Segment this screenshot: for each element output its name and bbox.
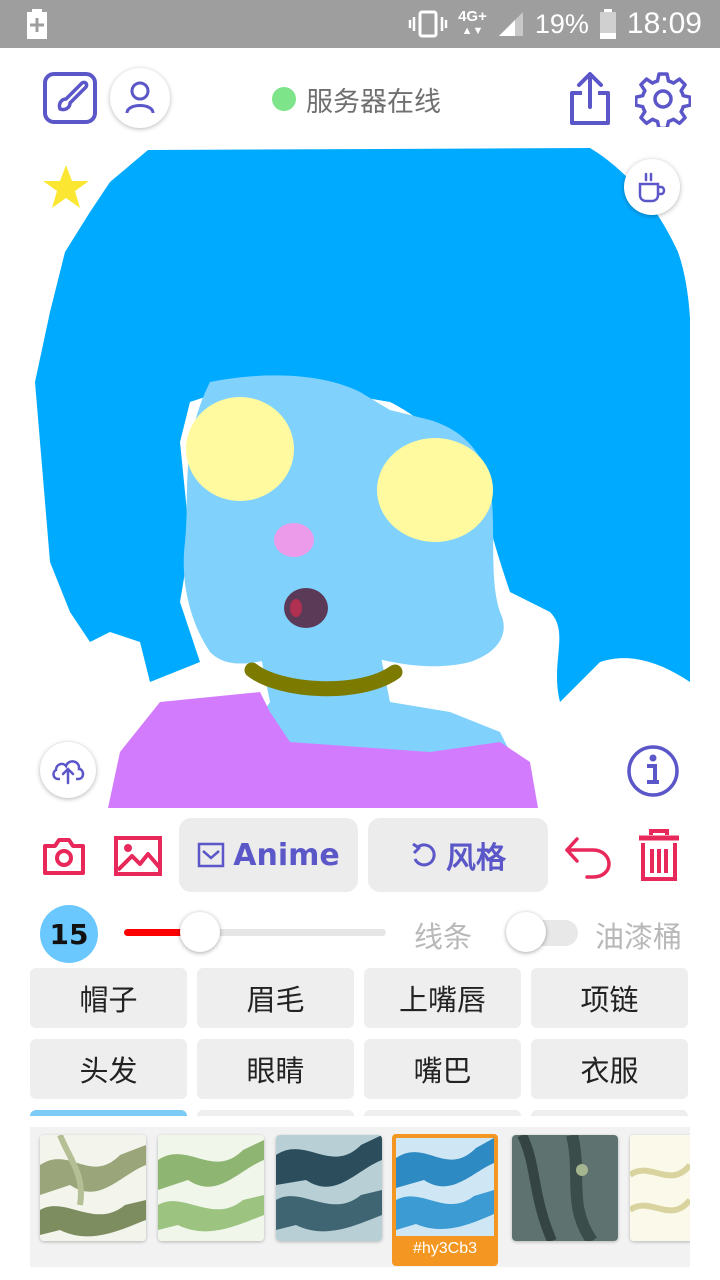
settings-button[interactable]: [634, 70, 692, 128]
category-upper-lip[interactable]: 上嘴唇: [364, 968, 521, 1028]
envelope-icon: [198, 842, 225, 868]
battery-icon: [599, 9, 616, 39]
edit-brush-button[interactable]: [42, 71, 98, 125]
left-eye: [186, 397, 294, 501]
star-icon[interactable]: [42, 164, 90, 210]
network-type: 4G+ ▲▼: [458, 8, 487, 37]
brush-square-icon: [43, 72, 97, 124]
style-preview-image: [276, 1135, 382, 1241]
gear-icon: [635, 72, 691, 127]
brush-controls: 15 线条 油漆桶: [0, 902, 720, 964]
category-necklace[interactable]: 项链: [531, 968, 688, 1028]
user-icon: [125, 81, 155, 114]
style-thumbnail[interactable]: [276, 1135, 382, 1241]
sketch-drawing: [35, 148, 690, 808]
blush-spot: [274, 523, 314, 557]
gallery-button[interactable]: [112, 830, 164, 882]
battery-percent: 19%: [534, 8, 589, 39]
server-status: 服务器在线: [272, 80, 441, 118]
style-thumbnail[interactable]: [40, 1135, 146, 1241]
style-thumbnail[interactable]: [630, 1135, 690, 1241]
style-preview-image: [396, 1138, 494, 1236]
network-label: 4G+: [458, 8, 487, 25]
style-button[interactable]: 风格: [368, 818, 548, 892]
status-bar: 4G+ ▲▼ 19% 18:09: [0, 0, 720, 48]
style-label: 风格: [446, 841, 506, 876]
undo-icon: [565, 837, 611, 879]
style-preview-image: [158, 1135, 264, 1241]
undo-button[interactable]: [562, 828, 614, 884]
style-preview-image: [40, 1135, 146, 1241]
paint-bucket-label: 油漆桶: [595, 920, 683, 954]
category-partial[interactable]: [197, 1110, 354, 1116]
category-hair[interactable]: 头发: [30, 1039, 187, 1099]
toggle-knob: [506, 912, 546, 952]
rotate-icon: [412, 842, 436, 867]
category-eyes[interactable]: 眼睛: [197, 1039, 354, 1099]
trash-icon: [639, 829, 679, 881]
drawing-canvas[interactable]: [30, 142, 690, 808]
category-hat[interactable]: 帽子: [30, 968, 187, 1028]
anime-mode-button[interactable]: Anime: [179, 818, 358, 892]
selected-style-preview: [396, 1138, 494, 1236]
style-preview-image: [630, 1135, 690, 1241]
category-eyebrows[interactable]: 眉毛: [197, 968, 354, 1028]
category-clothes[interactable]: 衣服: [531, 1039, 688, 1099]
style-thumbnail-selected[interactable]: #hy3Cb3: [392, 1134, 498, 1266]
upload-button[interactable]: [40, 742, 96, 798]
clock: 18:09: [626, 7, 702, 40]
delete-button[interactable]: [632, 826, 686, 886]
style-id-label: #hy3Cb3: [412, 1240, 478, 1257]
style-preview-image: [512, 1135, 618, 1241]
category-partial[interactable]: [364, 1110, 521, 1116]
info-icon[interactable]: [626, 744, 680, 798]
status-dot: [272, 87, 296, 111]
brush-size-slider[interactable]: [124, 912, 386, 952]
category-mouth[interactable]: 嘴巴: [364, 1039, 521, 1099]
camera-icon: [43, 838, 85, 875]
style-strip: #hy3Cb3: [30, 1127, 690, 1267]
line-mode-label: 线条: [414, 920, 473, 954]
share-icon: [570, 72, 610, 125]
image-icon: [114, 836, 162, 876]
coffee-button[interactable]: [624, 159, 680, 215]
tool-row: Anime 风格: [0, 816, 720, 896]
category-grid: 帽子 眉毛 上嘴唇 项链 头发 眼睛 嘴巴 衣服: [30, 968, 690, 1116]
style-thumbnail[interactable]: [512, 1135, 618, 1241]
category-partial[interactable]: [531, 1110, 688, 1116]
cloud-upload-icon: [52, 760, 85, 785]
server-status-text: 服务器在线: [306, 86, 441, 118]
right-eye: [377, 438, 493, 542]
share-button[interactable]: [564, 70, 616, 128]
battery-charging-icon: [27, 9, 47, 39]
profile-button[interactable]: [110, 68, 170, 128]
vibrate-icon: [408, 10, 448, 38]
category-selected-partial[interactable]: [30, 1110, 187, 1116]
anime-label: Anime: [233, 837, 340, 873]
slider-thumb[interactable]: [180, 912, 220, 952]
style-thumbnail[interactable]: [158, 1135, 264, 1241]
paint-bucket-toggle[interactable]: [506, 911, 580, 953]
coffee-cup-icon: [638, 172, 666, 203]
camera-button[interactable]: [38, 830, 90, 882]
brush-size-badge: 15: [40, 905, 98, 963]
signal-icon: [498, 12, 523, 36]
